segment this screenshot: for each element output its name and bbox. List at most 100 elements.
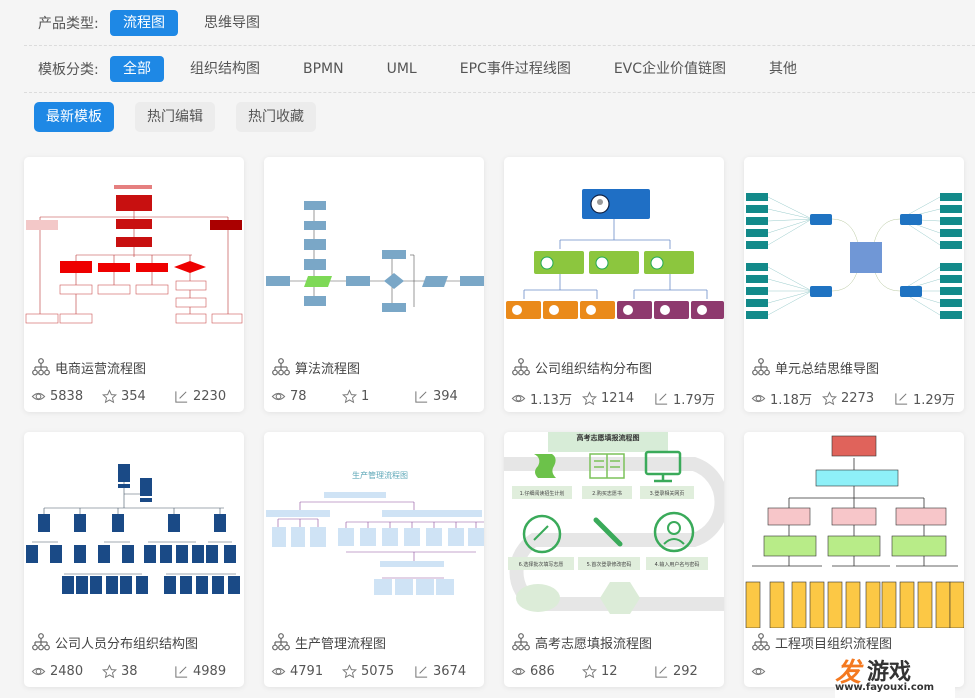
category-filter: 模板分类: 全部 组织结构图 BPMN UML EPC事件过程线图 EVC企业价… — [24, 46, 975, 93]
template-card[interactable]: 单元总结思维导图 1.18万 2273 1.29万 — [744, 157, 964, 412]
star-icon — [822, 391, 837, 406]
template-title[interactable]: 算法流程图 — [271, 357, 360, 377]
edits-stat: 394 — [414, 389, 458, 404]
star-icon — [102, 389, 117, 404]
template-title[interactable]: 工程项目组织流程图 — [751, 632, 892, 652]
template-thumbnail[interactable] — [24, 432, 244, 628]
edits-count: 4989 — [193, 664, 227, 679]
template-title[interactable]: 电商运营流程图 — [31, 357, 146, 377]
views-stat: 1.18万 — [751, 389, 822, 408]
eye-icon — [751, 394, 766, 403]
edits-count: 2230 — [193, 389, 227, 404]
template-thumbnail[interactable]: 高考志愿填报流程图 1.仔细阅读招生计划 2.购买志愿书 3.登录相关网页 4.… — [504, 432, 724, 628]
edits-count: 1.29万 — [913, 393, 955, 408]
product-type-flowchart[interactable]: 流程图 — [110, 9, 178, 36]
template-stats: 686 12 292 — [511, 664, 721, 679]
step-label: 5.首次登录修改密码 — [587, 561, 632, 568]
org-chart-icon — [752, 633, 770, 651]
template-stats: 1.13万 1214 1.79万 — [511, 389, 721, 408]
stars-count: 5075 — [361, 664, 395, 679]
category-uml[interactable]: UML — [374, 56, 430, 82]
engineering-flowchart-preview — [745, 435, 964, 628]
eye-icon — [31, 667, 46, 676]
stars-stat[interactable]: 12 — [582, 664, 654, 679]
red-flowchart-preview — [25, 185, 243, 324]
eye-icon — [271, 667, 286, 676]
category-evc[interactable]: EVC企业价值链图 — [601, 56, 739, 82]
product-type-mindmap[interactable]: 思维导图 — [191, 10, 273, 36]
org-chart-icon — [512, 633, 530, 651]
template-thumbnail[interactable] — [264, 157, 484, 353]
template-thumbnail[interactable] — [744, 432, 964, 628]
sort-newest[interactable]: 最新模板 — [34, 102, 114, 132]
product-type-filter: 产品类型: 流程图 思维导图 — [24, 0, 975, 46]
edits-count: 3674 — [433, 664, 467, 679]
template-card[interactable]: 算法流程图 78 1 394 — [264, 157, 484, 412]
template-card[interactable]: 高考志愿填报流程图 1.仔细阅读招生计划 2.购买志愿书 3.登录相关网页 4.… — [504, 432, 724, 687]
category-label: 模板分类: — [38, 62, 99, 78]
template-title-text: 高考志愿填报流程图 — [535, 636, 653, 652]
org-chart-icon — [32, 633, 50, 651]
template-card[interactable]: 公司组织结构分布图 1.13万 1214 1.79万 — [504, 157, 724, 412]
eye-icon — [31, 392, 46, 401]
views-stat: 4791 — [271, 664, 342, 679]
step-label: 4.输入用户名与密码 — [655, 561, 700, 568]
views-stat: 5838 — [31, 389, 102, 404]
step-label: 2.购买志愿书 — [592, 490, 622, 497]
stars-stat[interactable]: 38 — [102, 664, 174, 679]
edit-icon — [175, 666, 188, 678]
template-thumbnail[interactable] — [744, 157, 964, 353]
edits-stat: 4989 — [174, 664, 226, 679]
edit-icon — [415, 391, 428, 403]
edits-stat: 292 — [654, 664, 698, 679]
category-other[interactable]: 其他 — [756, 56, 810, 82]
stars-stat[interactable]: 354 — [102, 389, 174, 404]
template-card[interactable]: 工程项目组织流程图 — [744, 432, 964, 687]
template-thumbnail[interactable] — [24, 157, 244, 353]
template-stats: 5838 354 2230 — [31, 389, 241, 404]
eye-icon — [511, 394, 526, 403]
category-epc[interactable]: EPC事件过程线图 — [447, 56, 584, 82]
template-thumbnail[interactable]: 生产管理流程图 — [264, 432, 484, 628]
category-org-chart[interactable]: 组织结构图 — [177, 56, 273, 82]
star-icon — [582, 664, 597, 679]
edit-icon — [415, 666, 428, 678]
views-count: 2480 — [50, 664, 84, 679]
navy-org-chart-preview — [26, 464, 240, 594]
edits-count: 292 — [673, 664, 698, 679]
step-label: 1.仔细阅读招生计划 — [520, 490, 565, 497]
edits-count: 394 — [433, 389, 458, 404]
template-card[interactable]: 公司人员分布组织结构图 2480 38 4989 — [24, 432, 244, 687]
template-title[interactable]: 生产管理流程图 — [271, 632, 386, 652]
template-stats: 78 1 394 — [271, 389, 481, 404]
template-title[interactable]: 公司组织结构分布图 — [511, 357, 652, 377]
template-card[interactable]: 生产管理流程图 生产管理流程图 4791 5075 3674 — [264, 432, 484, 687]
sort-hot-edit[interactable]: 热门编辑 — [135, 102, 215, 132]
stars-stat[interactable]: 1 — [342, 389, 414, 404]
stars-count: 2273 — [841, 391, 875, 406]
views-stat: 1.13万 — [511, 389, 582, 408]
stars-stat[interactable]: 2273 — [822, 389, 894, 408]
views-stat: 686 — [511, 664, 582, 679]
stars-count: 354 — [121, 389, 146, 404]
edits-count: 1.79万 — [673, 393, 715, 408]
template-thumbnail[interactable] — [504, 157, 724, 353]
stars-stat[interactable]: 1214 — [582, 389, 654, 408]
production-flowchart-preview: 生产管理流程图 — [266, 470, 484, 595]
template-title[interactable]: 单元总结思维导图 — [751, 357, 879, 377]
sort-hot-favorite[interactable]: 热门收藏 — [236, 102, 316, 132]
template-title-text: 生产管理流程图 — [295, 636, 387, 652]
product-type-label: 产品类型: — [38, 15, 99, 32]
template-card[interactable]: 电商运营流程图 5838 354 2230 — [24, 157, 244, 412]
watermark-url: www.fayouxi.com — [835, 682, 935, 693]
edits-stat: 1.79万 — [654, 389, 715, 408]
template-title[interactable]: 公司人员分布组织结构图 — [31, 632, 198, 652]
org-chart-icon — [272, 633, 290, 651]
category-all[interactable]: 全部 — [110, 56, 164, 82]
template-title-text: 算法流程图 — [295, 361, 361, 377]
stars-stat[interactable]: 5075 — [342, 664, 414, 679]
category-bpmn[interactable]: BPMN — [290, 56, 357, 82]
template-title[interactable]: 高考志愿填报流程图 — [511, 632, 652, 652]
views-stat: 2480 — [31, 664, 102, 679]
star-icon — [102, 664, 117, 679]
